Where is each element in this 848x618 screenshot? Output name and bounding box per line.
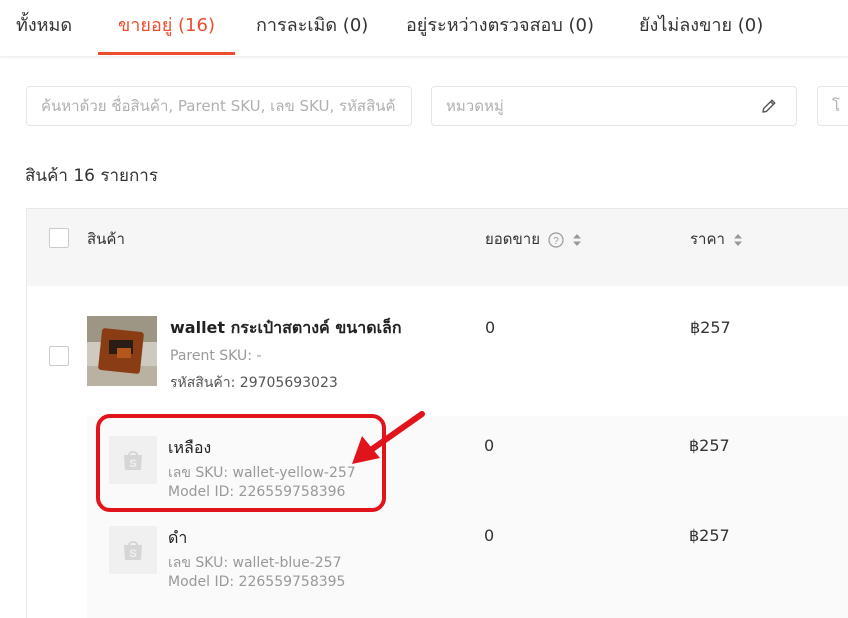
svg-text:?: ?	[553, 236, 559, 247]
header-price: ราคา	[690, 230, 725, 248]
product-count: สินค้า 16 รายการ	[25, 166, 158, 186]
variant-name: ดำ	[168, 528, 188, 547]
extra-filter-input[interactable]	[818, 87, 848, 125]
variant-model-id: Model ID: 226559758395	[168, 574, 346, 590]
variant-sku: เลข SKU: wallet-blue-257	[168, 555, 342, 571]
variant-image: S	[109, 526, 157, 574]
svg-text:S: S	[129, 548, 136, 560]
shop-bag-icon: S	[124, 541, 142, 560]
active-tab-indicator	[98, 52, 235, 55]
header-sales: ยอดขาย	[485, 230, 541, 248]
parent-sku: Parent SKU: -	[170, 348, 262, 364]
extra-filter-field	[817, 86, 848, 126]
select-all-checkbox[interactable]	[49, 228, 69, 248]
category-input[interactable]	[432, 87, 796, 125]
variant-sales: 0	[484, 526, 495, 545]
table-header: สินค้า ยอดขาย ? ราคา	[26, 208, 848, 287]
tab-live[interactable]: ขายอยู่ (16)	[118, 10, 215, 39]
header-sales-group[interactable]: ยอดขาย ?	[485, 227, 582, 251]
sort-icon[interactable]	[572, 233, 582, 247]
product-image[interactable]	[87, 316, 157, 386]
pencil-icon[interactable]	[760, 97, 778, 115]
product-price: ฿257	[690, 318, 731, 337]
tab-unlisted[interactable]: ยังไม่ลงขาย (0)	[639, 10, 763, 39]
help-icon[interactable]: ?	[548, 231, 564, 248]
search-field	[26, 86, 412, 126]
product-checkbox[interactable]	[49, 346, 69, 366]
tab-reviewing[interactable]: อยู่ระหว่างตรวจสอบ (0)	[406, 10, 594, 39]
product-name[interactable]: wallet กระเป๋าสตางค์ ขนาดเล็ก	[170, 316, 402, 341]
variant-sales: 0	[484, 436, 495, 455]
variant-price: ฿257	[689, 436, 730, 455]
status-tabs: ทั้งหมด ขายอยู่ (16) การละเมิด (0) อยู่ร…	[0, 0, 848, 56]
annotation-highlight-box	[96, 414, 386, 512]
tab-violation[interactable]: การละเมิด (0)	[256, 10, 368, 39]
product-id: รหัสสินค้า: 29705693023	[170, 375, 338, 391]
header-price-group[interactable]: ราคา	[690, 227, 743, 251]
sort-icon[interactable]	[733, 233, 743, 247]
header-product: สินค้า	[87, 230, 125, 248]
category-field	[431, 86, 797, 126]
tab-all[interactable]: ทั้งหมด	[16, 10, 72, 39]
variant-price: ฿257	[689, 526, 730, 545]
product-sales: 0	[485, 318, 496, 337]
search-input[interactable]	[27, 87, 411, 125]
